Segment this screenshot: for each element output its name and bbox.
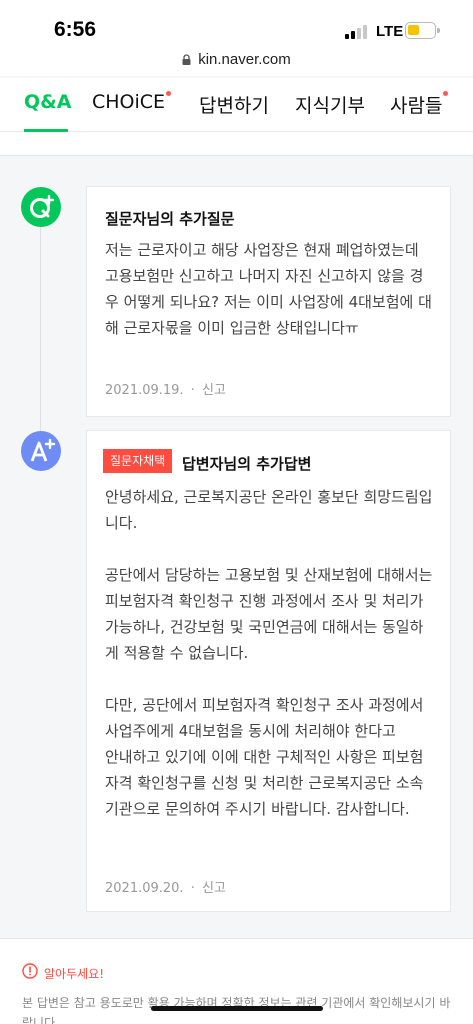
new-dot [166,91,172,96]
additional-question-card: 질문자님의 추가질문 저는 근로자이고 해당 사업장은 현재 폐업하였는데 고용… [86,186,451,417]
network-type: LTE [376,23,404,40]
notice-title: 알아두세요! [44,967,105,981]
url-domain: kin.naver.com [198,51,291,68]
divider-strip [0,132,473,156]
report-link[interactable]: 신고 [202,383,226,398]
home-indicator[interactable] [151,1006,323,1011]
selected-badge: 질문자채택 [103,449,173,473]
report-link[interactable]: 신고 [202,881,226,896]
answer-plus-icon [21,431,61,471]
tab-answer[interactable]: 답변하기 [199,91,269,118]
additional-answer-card: 질문자채택 답변자님의 추가답변 안녕하세요, 근로복지공단 온라인 홍보단 희… [86,430,451,912]
answer-body: 안녕하세요, 근로복지공단 온라인 홍보단 희망드림입니다. 공단에서 담당하는… [105,488,433,818]
warning-circle-icon [22,963,38,979]
clock: 6:56 [54,18,97,41]
url-bar[interactable]: kin.naver.com [0,48,473,76]
question-date: 2021.09.19. [105,383,184,398]
new-dot [443,91,449,96]
notice-section: 알아두세요! 본 답변은 참고 용도로만 활용 가능하며 정확한 정보는 관련 … [0,938,473,1024]
tab-people[interactable]: 사람들 [390,91,449,118]
question-title: 질문자님의 추가질문 [105,210,235,228]
signal-icon [345,25,371,39]
tab-donation[interactable]: 지식기부 [295,91,365,118]
battery-icon [405,22,440,39]
question-body: 저는 근로자이고 해당 사업장은 현재 폐업하였는데 고용보험만 신고하고 나머… [105,241,432,337]
question-meta: 2021.09.19. · 신고 [105,383,226,398]
tab-choice[interactable]: CHOiCE [92,91,172,113]
timeline-line [40,200,41,460]
category-tabs: Q&A CHOiCE 답변하기 지식기부 사람들 [0,78,473,132]
lock-icon [182,52,191,65]
answer-title: 답변자님의 추가답변 [182,455,312,473]
battery-fill [408,25,419,35]
answer-date: 2021.09.20. [105,881,184,896]
status-bar: 6:56 LTE [0,0,473,48]
question-plus-icon [21,187,61,227]
answer-meta: 2021.09.20. · 신고 [105,881,226,896]
tab-qna[interactable]: Q&A [24,91,71,113]
